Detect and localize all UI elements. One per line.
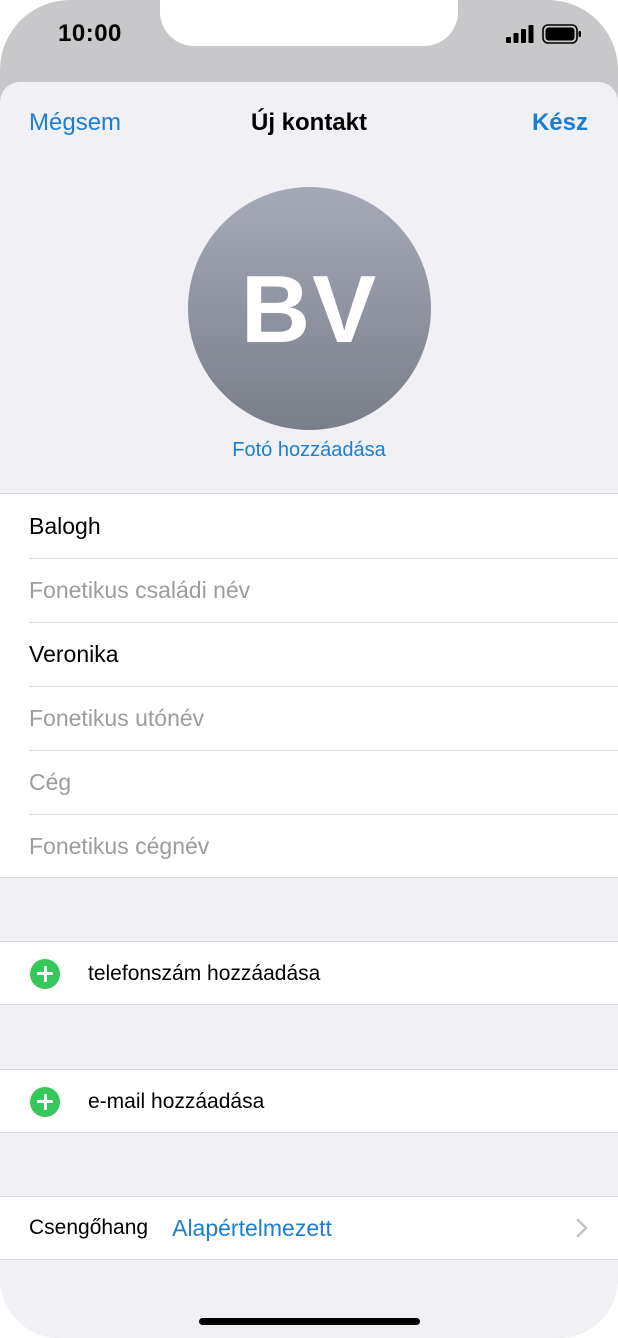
phonetic-first-name-placeholder: Fonetikus utónév — [29, 704, 205, 731]
chevron-right-icon — [576, 1218, 588, 1238]
done-button[interactable]: Kész — [532, 109, 588, 137]
ringtone-group: Csengőhang Alapértelmezett — [0, 1196, 618, 1260]
company-field[interactable]: Cég — [0, 750, 618, 814]
avatar[interactable]: BV — [188, 187, 431, 430]
signal-icon — [506, 25, 534, 43]
add-email-label: e-mail hozzáadása — [88, 1089, 265, 1113]
phonetic-last-name-placeholder: Fonetikus családi név — [29, 576, 251, 603]
phonetic-last-name-field[interactable]: Fonetikus családi név — [0, 558, 618, 622]
phonetic-company-placeholder: Fonetikus cégnév — [29, 832, 210, 859]
first-name-field[interactable]: Veronika — [0, 622, 618, 686]
phonetic-first-name-field[interactable]: Fonetikus utónév — [0, 686, 618, 750]
notch — [160, 0, 458, 46]
last-name-value: Balogh — [29, 512, 101, 539]
ringtone-row[interactable]: Csengőhang Alapértelmezett — [0, 1197, 618, 1259]
page-title: Új kontakt — [250, 109, 367, 136]
ringtone-value: Alapértelmezett — [172, 1214, 332, 1241]
battery-icon — [542, 24, 581, 44]
add-email-button[interactable]: e-mail hozzáadása — [0, 1070, 618, 1133]
add-email-group: e-mail hozzáadása — [0, 1069, 618, 1133]
first-name-value: Veronika — [29, 640, 119, 667]
add-phone-group: telefonszám hozzáadása — [0, 941, 618, 1005]
add-phone-label: telefonszám hozzáadása — [88, 961, 321, 985]
name-fields-group: Balogh Fonetikus családi név Veronika Fo… — [0, 493, 618, 878]
add-photo-button[interactable]: Fotó hozzáadása — [0, 439, 618, 462]
home-indicator[interactable] — [199, 1318, 420, 1325]
plus-circle-icon — [30, 1086, 60, 1117]
last-name-field[interactable]: Balogh — [0, 494, 618, 558]
ringtone-label: Csengőhang — [29, 1216, 149, 1239]
new-contact-sheet: Mégsem Új kontakt Kész BV Fotó hozzáadás… — [0, 82, 618, 1338]
add-phone-button[interactable]: telefonszám hozzáadása — [0, 942, 618, 1005]
status-time: 10:00 — [58, 20, 122, 47]
plus-circle-icon — [30, 958, 60, 989]
phonetic-company-field[interactable]: Fonetikus cégnév — [0, 814, 618, 878]
nav-bar: Mégsem Új kontakt Kész — [0, 82, 618, 166]
phone-screen: 10:00 Mégsem Új kontakt Kész BV Fotó hoz… — [0, 0, 618, 1338]
avatar-initials: BV — [240, 255, 379, 363]
company-placeholder: Cég — [29, 768, 72, 795]
